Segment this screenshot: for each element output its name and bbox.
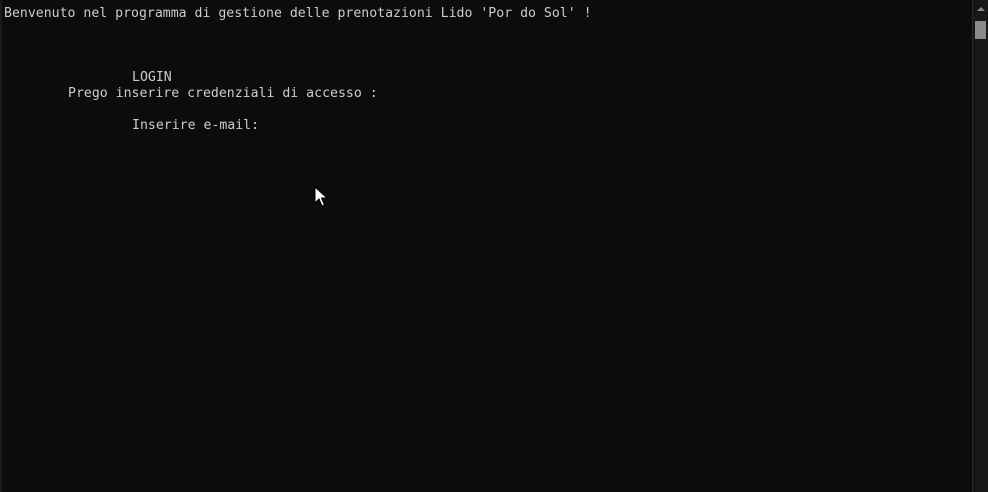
vertical-scrollbar[interactable] [972, 0, 988, 492]
welcome-message: Benvenuto nel programma di gestione dell… [4, 6, 592, 21]
chevron-up-icon[interactable] [973, 0, 988, 17]
mouse-pointer-icon [314, 186, 328, 207]
login-title: LOGIN [132, 70, 172, 85]
scrollbar-thumb[interactable] [975, 21, 986, 39]
console-window[interactable]: Benvenuto nel programma di gestione dell… [0, 0, 988, 492]
email-input-prompt[interactable]: Inserire e-mail: [132, 118, 259, 134]
credentials-prompt: Prego inserire credenziali di accesso : [68, 86, 378, 101]
window-left-border [0, 0, 2, 492]
